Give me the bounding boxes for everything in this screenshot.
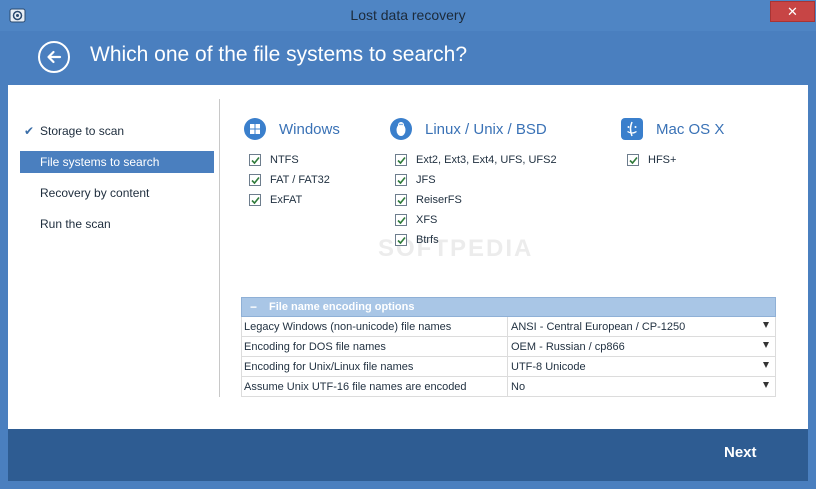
checkbox-checked-icon[interactable] <box>249 154 261 166</box>
dropdown-arrow-icon[interactable] <box>763 322 769 328</box>
encoding-row-dos: Encoding for DOS file names OEM - Russia… <box>241 337 776 357</box>
checkbox-checked-icon[interactable] <box>395 214 407 226</box>
divider <box>219 99 220 397</box>
checkmark-icon: ✔ <box>24 124 35 138</box>
checkbox-label: NTFS <box>270 154 299 166</box>
checkbox-label: FAT / FAT32 <box>270 174 330 186</box>
checkbox-label: HFS+ <box>648 154 677 166</box>
checkbox-label: Ext2, Ext3, Ext4, UFS, UFS2 <box>416 154 557 166</box>
checkbox-label: ReiserFS <box>416 194 462 206</box>
encoding-row-label: Legacy Windows (non-unicode) file names <box>244 321 452 333</box>
checkbox-checked-icon[interactable] <box>395 174 407 186</box>
arrow-left-icon <box>47 50 62 64</box>
checkbox-checked-icon[interactable] <box>395 234 407 246</box>
encoding-options-title: File name encoding options <box>269 301 415 313</box>
checkbox-fat32[interactable]: FAT / FAT32 <box>249 173 330 193</box>
nav-item-label: Storage to scan <box>40 124 125 138</box>
divider <box>507 337 508 357</box>
next-button[interactable]: Next <box>724 444 757 461</box>
encoding-row-label: Assume Unix UTF-16 file names are encode… <box>244 381 467 393</box>
collapse-icon[interactable]: − <box>250 300 257 314</box>
checkbox-ntfs[interactable]: NTFS <box>249 153 330 173</box>
mac-finder-icon <box>621 118 643 140</box>
checkbox-hfsplus[interactable]: HFS+ <box>627 153 676 173</box>
checkbox-checked-icon[interactable] <box>395 194 407 206</box>
checkbox-label: ExFAT <box>270 194 303 206</box>
page-header: Which one of the file systems to search? <box>8 31 808 85</box>
close-button[interactable]: ✕ <box>770 1 815 22</box>
checkbox-checked-icon[interactable] <box>249 194 261 206</box>
windows-filesystems-group: Windows NTFS FAT / FAT32 ExFAT <box>244 118 340 213</box>
page-title: Which one of the file systems to search? <box>90 43 468 66</box>
dropdown-arrow-icon[interactable] <box>763 342 769 348</box>
encoding-options-header[interactable]: − File name encoding options <box>241 297 776 317</box>
dos-encoding-select[interactable]: OEM - Russian / cp866 <box>511 341 625 353</box>
nav-item-run-the-scan[interactable]: Run the scan <box>20 213 214 235</box>
dropdown-arrow-icon[interactable] <box>763 382 769 388</box>
app-window: Lost data recovery ✕ Which one of the fi… <box>0 0 816 489</box>
checkbox-checked-icon[interactable] <box>627 154 639 166</box>
checkbox-ext-ufs[interactable]: Ext2, Ext3, Ext4, UFS, UFS2 <box>395 153 557 173</box>
mac-group-title: Mac OS X <box>656 121 725 138</box>
checkbox-xfs[interactable]: XFS <box>395 213 557 233</box>
nav-item-storage-to-scan[interactable]: ✔ Storage to scan <box>20 120 214 142</box>
main-content: ✔ Storage to scan File systems to search… <box>8 85 808 429</box>
checkbox-label: XFS <box>416 214 438 226</box>
windows-group-title: Windows <box>279 121 340 138</box>
encoding-row-utf16: Assume Unix UTF-16 file names are encode… <box>241 377 776 397</box>
nav-item-label: Recovery by content <box>40 186 150 200</box>
tux-penguin-icon <box>390 118 412 140</box>
legacy-windows-encoding-select[interactable]: ANSI - Central European / CP-1250 <box>511 321 685 333</box>
nav-item-label: File systems to search <box>40 155 160 169</box>
encoding-row-legacy-windows: Legacy Windows (non-unicode) file names … <box>241 317 776 337</box>
divider <box>507 377 508 397</box>
divider <box>507 357 508 377</box>
checkbox-label: Btrfs <box>416 234 439 246</box>
mac-filesystems-group: Mac OS X HFS+ <box>621 118 724 173</box>
encoding-options-panel: − File name encoding options Legacy Wind… <box>241 297 776 397</box>
encoding-row-unix-linux: Encoding for Unix/Linux file names UTF-8… <box>241 357 776 377</box>
linux-filesystems-group: Linux / Unix / BSD Ext2, Ext3, Ext4, UFS… <box>390 118 557 253</box>
checkbox-jfs[interactable]: JFS <box>395 173 557 193</box>
footer-bar: Next <box>8 429 808 481</box>
encoding-row-label: Encoding for DOS file names <box>244 341 386 353</box>
window-title: Lost data recovery <box>350 7 466 23</box>
nav-item-file-systems-to-search[interactable]: File systems to search <box>20 151 214 173</box>
divider <box>507 317 508 337</box>
close-icon: ✕ <box>787 4 798 19</box>
utf16-assume-select[interactable]: No <box>511 381 525 393</box>
checkbox-checked-icon[interactable] <box>249 174 261 186</box>
dropdown-arrow-icon[interactable] <box>763 362 769 368</box>
checkbox-btrfs[interactable]: Btrfs <box>395 233 557 253</box>
encoding-row-label: Encoding for Unix/Linux file names <box>244 361 414 373</box>
linux-group-title: Linux / Unix / BSD <box>425 121 547 138</box>
checkbox-exfat[interactable]: ExFAT <box>249 193 330 213</box>
checkbox-label: JFS <box>416 174 436 186</box>
nav-item-label: Run the scan <box>40 217 111 231</box>
wizard-steps-nav: ✔ Storage to scan File systems to search… <box>20 120 214 244</box>
unix-encoding-select[interactable]: UTF-8 Unicode <box>511 361 586 373</box>
windows-logo-icon <box>244 118 266 140</box>
nav-item-recovery-by-content[interactable]: Recovery by content <box>20 182 214 204</box>
title-bar[interactable]: Lost data recovery ✕ <box>0 0 816 31</box>
checkbox-checked-icon[interactable] <box>395 154 407 166</box>
checkbox-reiserfs[interactable]: ReiserFS <box>395 193 557 213</box>
back-button[interactable] <box>38 41 70 73</box>
